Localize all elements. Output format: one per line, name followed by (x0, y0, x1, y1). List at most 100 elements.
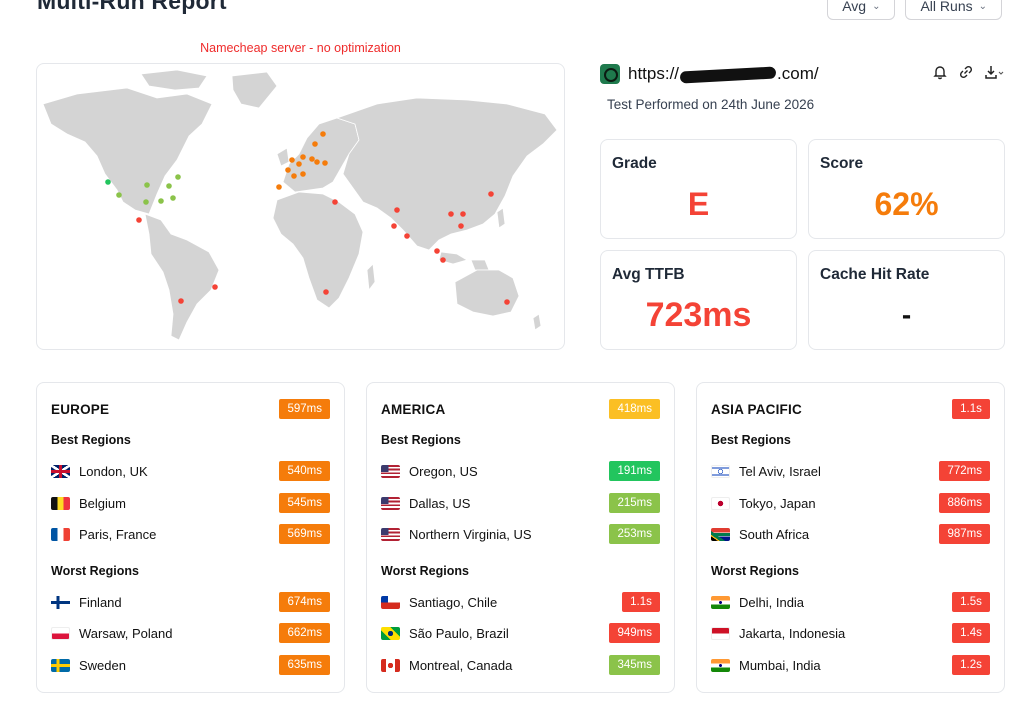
region-row-name: South Africa (739, 526, 810, 542)
region-row-name: Paris, France (79, 526, 157, 542)
us-flag-icon (381, 527, 400, 541)
map-caption: Namecheap server - no optimization (200, 41, 401, 55)
region-row-value: 635ms (279, 655, 330, 675)
worst-regions-heading: Worst Regions (381, 564, 469, 578)
belgium-flag-icon (51, 496, 70, 510)
region-row-value: 987ms (939, 524, 990, 544)
worst-region-row[interactable]: Montreal, Canada 345ms (381, 654, 660, 676)
us-flag-icon (381, 464, 400, 478)
region-row-name: Sweden (79, 657, 126, 673)
region-row-value: 949ms (609, 623, 660, 643)
score-label: Score (820, 155, 864, 172)
indonesia-flag-icon (711, 626, 730, 640)
download-icon[interactable] (984, 64, 1004, 85)
region-row-name: Northern Virginia, US (409, 526, 532, 542)
poland-flag-icon (51, 626, 70, 640)
region-row-value: 772ms (939, 461, 990, 481)
site-url-row: https:// .com/ (600, 60, 1004, 88)
runs-dropdown[interactable]: All Runs ⌄ (905, 0, 1002, 20)
region-row-value: 191ms (609, 461, 660, 481)
best-region-row[interactable]: Tokyo, Japan 886ms (711, 492, 990, 514)
region-row-value: 886ms (939, 493, 990, 513)
link-icon[interactable] (958, 64, 974, 85)
worst-regions-heading: Worst Regions (51, 564, 139, 578)
page-title: Multi-Run Report (37, 0, 227, 14)
best-region-row[interactable]: Tel Aviv, Israel 772ms (711, 460, 990, 482)
region-row-value: 1.5s (952, 592, 990, 612)
region-row-value: 540ms (279, 461, 330, 481)
india-flag-icon (711, 658, 730, 672)
worst-region-row[interactable]: Jakarta, Indonesia 1.4s (711, 622, 990, 644)
worst-region-row[interactable]: Mumbai, India 1.2s (711, 654, 990, 676)
best-region-row[interactable]: Dallas, US 215ms (381, 492, 660, 514)
brazil-flag-icon (381, 626, 400, 640)
best-regions-heading: Best Regions (381, 433, 461, 447)
site-url[interactable]: https:// .com/ (628, 64, 819, 84)
top-controls: Avg ⌄ All Runs ⌄ (827, 0, 1002, 20)
region-name: AMERICA (381, 401, 446, 417)
grade-label: Grade (612, 155, 657, 172)
best-region-row[interactable]: Paris, France 569ms (51, 523, 330, 545)
region-card-europe: EUROPE 597ms Best Regions London, UK 540ms Be… (36, 382, 345, 693)
region-row-value: 1.1s (622, 592, 660, 612)
chile-flag-icon (381, 595, 400, 609)
cache-label: Cache Hit Rate (820, 266, 930, 283)
chevron-down-icon: ⌄ (872, 0, 881, 12)
region-row-value: 253ms (609, 524, 660, 544)
test-date: Test Performed on 24th June 2026 (607, 97, 815, 112)
uk-flag-icon (51, 464, 70, 478)
region-row-value: 215ms (609, 493, 660, 513)
worst-region-row[interactable]: São Paulo, Brazil 949ms (381, 622, 660, 644)
region-avg-badge: 597ms (279, 399, 330, 419)
region-row-name: Jakarta, Indonesia (739, 625, 846, 641)
avg-dropdown[interactable]: Avg ⌄ (827, 0, 896, 20)
finland-flag-icon (51, 595, 70, 609)
region-row-name: Delhi, India (739, 594, 805, 610)
worst-region-row[interactable]: Finland 674ms (51, 591, 330, 613)
canada-flag-icon (381, 658, 400, 672)
bell-icon[interactable] (932, 64, 948, 85)
region-row-value: 1.2s (952, 655, 990, 675)
region-header: ASIA PACIFIC 1.1s (711, 399, 990, 419)
region-row-name: Tel Aviv, Israel (739, 463, 821, 479)
region-row-name: London, UK (79, 463, 148, 479)
ttfb-card: Avg TTFB 723ms (600, 250, 797, 350)
france-flag-icon (51, 527, 70, 541)
region-avg-badge: 1.1s (952, 399, 990, 419)
southafrica-flag-icon (711, 527, 730, 541)
worst-region-row[interactable]: Sweden 635ms (51, 654, 330, 676)
region-row-value: 345ms (609, 655, 660, 675)
best-region-row[interactable]: South Africa 987ms (711, 523, 990, 545)
sweden-flag-icon (51, 658, 70, 672)
israel-flag-icon (711, 464, 730, 478)
grade-value: E (687, 186, 710, 222)
best-region-row[interactable]: Oregon, US 191ms (381, 460, 660, 482)
worst-region-row[interactable]: Delhi, India 1.5s (711, 591, 990, 613)
runs-dropdown-label: All Runs (920, 0, 973, 14)
best-region-row[interactable]: Northern Virginia, US 253ms (381, 523, 660, 545)
url-actions (932, 64, 1004, 85)
region-name: EUROPE (51, 401, 110, 417)
region-row-name: Finland (79, 594, 122, 610)
chevron-down-icon: ⌄ (978, 0, 987, 12)
region-row-name: Belgium (79, 495, 126, 511)
region-row-name: São Paulo, Brazil (409, 625, 509, 641)
region-avg-badge: 418ms (609, 399, 660, 419)
score-value: 62% (874, 186, 939, 222)
japan-flag-icon (711, 496, 730, 510)
region-row-name: Mumbai, India (739, 657, 821, 673)
best-region-row[interactable]: London, UK 540ms (51, 460, 330, 482)
region-row-name: Montreal, Canada (409, 657, 513, 673)
cache-card: Cache Hit Rate - (808, 250, 1005, 350)
region-header: EUROPE 597ms (51, 399, 330, 419)
url-suffix: .com/ (777, 64, 819, 83)
region-card-america: AMERICA 418ms Best Regions Oregon, US 191ms D… (366, 382, 675, 693)
best-region-row[interactable]: Belgium 545ms (51, 492, 330, 514)
url-redaction (679, 66, 777, 84)
worst-region-row[interactable]: Santiago, Chile 1.1s (381, 591, 660, 613)
world-map-svg (42, 69, 558, 341)
ttfb-label: Avg TTFB (612, 266, 685, 283)
region-row-value: 662ms (279, 623, 330, 643)
worst-region-row[interactable]: Warsaw, Poland 662ms (51, 622, 330, 644)
region-row-value: 1.4s (952, 623, 990, 643)
